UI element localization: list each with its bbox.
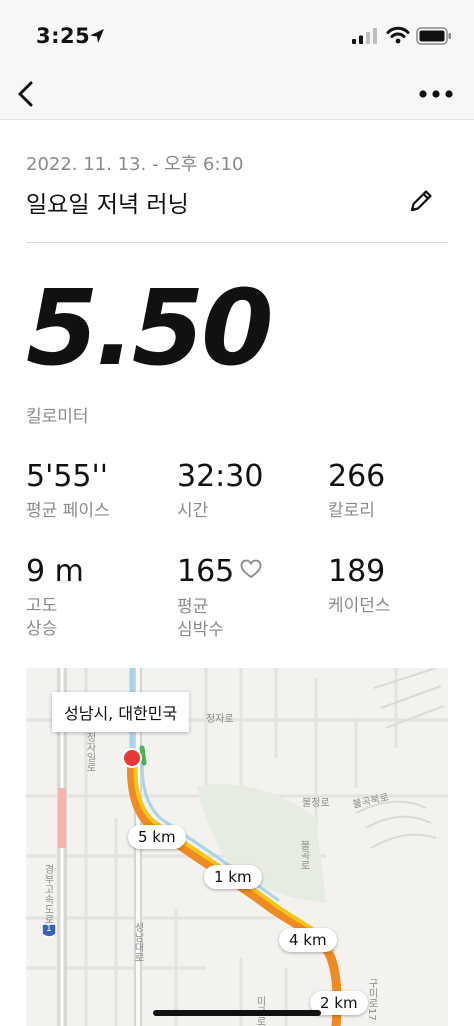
more-options-button[interactable] bbox=[412, 74, 460, 114]
stat-time: 32:30 시간 bbox=[177, 462, 263, 523]
stat-value: 9 m bbox=[26, 554, 84, 589]
street-label: 성남대로 bbox=[132, 922, 143, 962]
distance-value: 5.50 bbox=[26, 267, 274, 389]
stat-label: 시간 bbox=[177, 501, 209, 521]
heart-icon bbox=[240, 555, 262, 585]
stat-value: 189 bbox=[328, 554, 386, 589]
stat-avg-heart-rate[interactable]: 165 평균 심박수 bbox=[177, 557, 262, 642]
signal-icon bbox=[352, 28, 378, 48]
stat-value: 266 bbox=[328, 459, 386, 494]
km-marker: 1 km bbox=[204, 865, 262, 889]
route-map[interactable]: 정자로 정자일로 불정로 불곡북로 불곡로 경부고속도로 성남대로 구미로17 … bbox=[26, 668, 448, 1026]
status-bar: 3:25 bbox=[0, 0, 474, 66]
street-label: 불곡로 bbox=[298, 840, 309, 870]
stat-cadence: 189 케이던스 bbox=[328, 557, 391, 618]
stat-value: 32:30 bbox=[177, 459, 264, 494]
stat-label: 케이던스 bbox=[328, 596, 391, 616]
highway-number: 1 bbox=[46, 924, 52, 934]
nav-bar bbox=[0, 66, 474, 120]
stat-label: 고도 상승 bbox=[26, 596, 58, 639]
run-title: 일요일 저녁 러닝 bbox=[26, 192, 189, 218]
distance-unit: 킬로미터 bbox=[26, 407, 89, 427]
street-label: 경부고속도로 bbox=[42, 864, 53, 924]
status-time: 3:25 bbox=[36, 24, 91, 48]
pencil-icon bbox=[410, 190, 432, 212]
street-label: 불정로 bbox=[302, 798, 330, 809]
stat-label: 칼로리 bbox=[328, 501, 375, 521]
more-dots-icon bbox=[419, 90, 453, 98]
stat-elevation-gain: 9 m 고도 상승 bbox=[26, 557, 84, 641]
km-marker: 5 km bbox=[128, 825, 186, 849]
start-marker bbox=[122, 748, 142, 768]
street-label: 정자일로 bbox=[84, 732, 95, 772]
edit-title-button[interactable] bbox=[404, 184, 438, 218]
wifi-icon bbox=[386, 26, 410, 48]
location-arrow-icon bbox=[88, 27, 106, 49]
back-button[interactable] bbox=[6, 74, 46, 114]
header-divider bbox=[26, 242, 448, 243]
km-marker: 4 km bbox=[279, 928, 337, 952]
stat-label: 평균 페이스 bbox=[26, 501, 110, 521]
stat-calories: 266 칼로리 bbox=[328, 462, 385, 523]
stat-value: 165 bbox=[177, 554, 235, 589]
run-date: 2022. 11. 13. - 오후 6:10 bbox=[26, 154, 244, 175]
home-indicator[interactable] bbox=[153, 1010, 321, 1016]
stat-value: 5'55'' bbox=[26, 459, 109, 494]
stat-avg-pace: 5'55'' 평균 페이스 bbox=[26, 462, 110, 523]
stat-label: 평균 심박수 bbox=[177, 596, 224, 640]
location-callout[interactable]: 성남시, 대한민국 bbox=[52, 692, 190, 732]
stat-value-row: 165 bbox=[177, 557, 262, 588]
back-chevron-icon bbox=[18, 81, 33, 107]
street-label: 정자로 bbox=[206, 714, 234, 725]
battery-icon bbox=[416, 27, 452, 49]
